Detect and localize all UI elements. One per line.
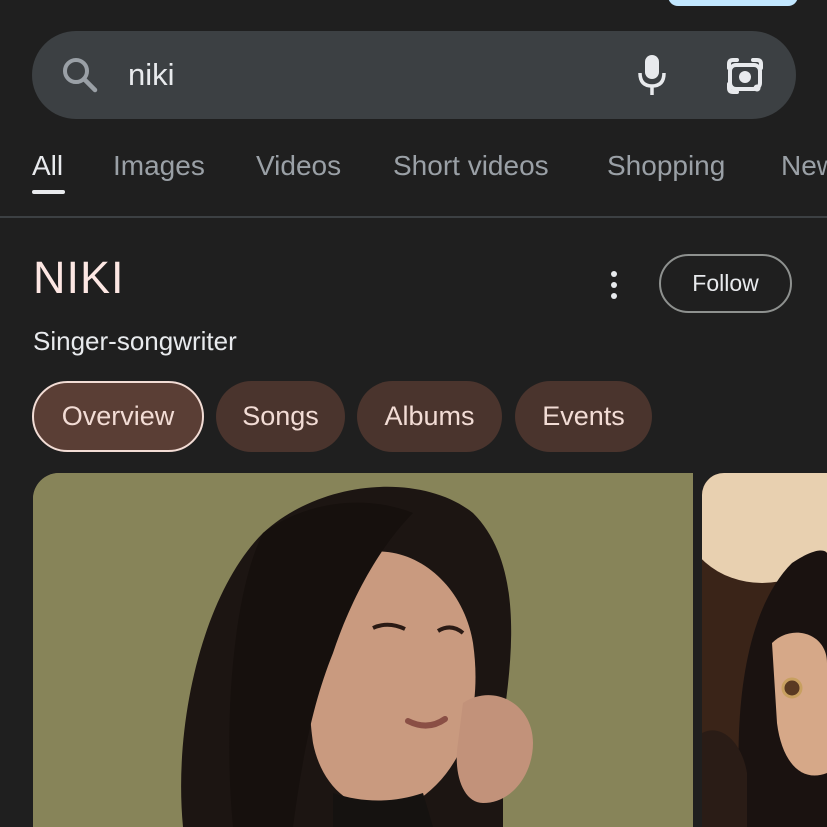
tab-videos[interactable]: Videos: [256, 149, 341, 189]
portrait-image: [33, 473, 693, 827]
search-icon[interactable]: [60, 55, 100, 95]
chip-overview[interactable]: Overview: [32, 381, 204, 452]
tab-all[interactable]: All: [32, 149, 63, 189]
tab-images[interactable]: Images: [113, 149, 205, 189]
artist-photo-secondary[interactable]: [702, 473, 827, 827]
more-vert-icon[interactable]: [606, 270, 622, 300]
active-tab-indicator: [32, 190, 65, 194]
search-input[interactable]: niki: [128, 31, 175, 119]
chip-songs[interactable]: Songs: [216, 381, 345, 452]
tab-news[interactable]: New: [781, 149, 827, 189]
artist-photo-main[interactable]: [33, 473, 693, 827]
entity-title: NIKI: [33, 252, 125, 303]
follow-button[interactable]: Follow: [659, 254, 792, 313]
search-results-page: niki All Images Videos Short videos Shop…: [0, 0, 827, 827]
camera-lens-icon[interactable]: [725, 56, 765, 96]
tab-short-videos[interactable]: Short videos: [393, 149, 549, 189]
entity-subtitle: Singer-songwriter: [33, 326, 237, 356]
search-tabs: All Images Videos Short videos Shopping …: [0, 138, 827, 218]
mic-icon[interactable]: [636, 53, 668, 97]
search-bar[interactable]: niki: [32, 31, 796, 119]
top-button-partial[interactable]: [668, 0, 798, 6]
stage-image: [702, 473, 827, 827]
chip-albums[interactable]: Albums: [357, 381, 502, 452]
chip-events[interactable]: Events: [515, 381, 652, 452]
tab-shopping[interactable]: Shopping: [607, 149, 725, 189]
